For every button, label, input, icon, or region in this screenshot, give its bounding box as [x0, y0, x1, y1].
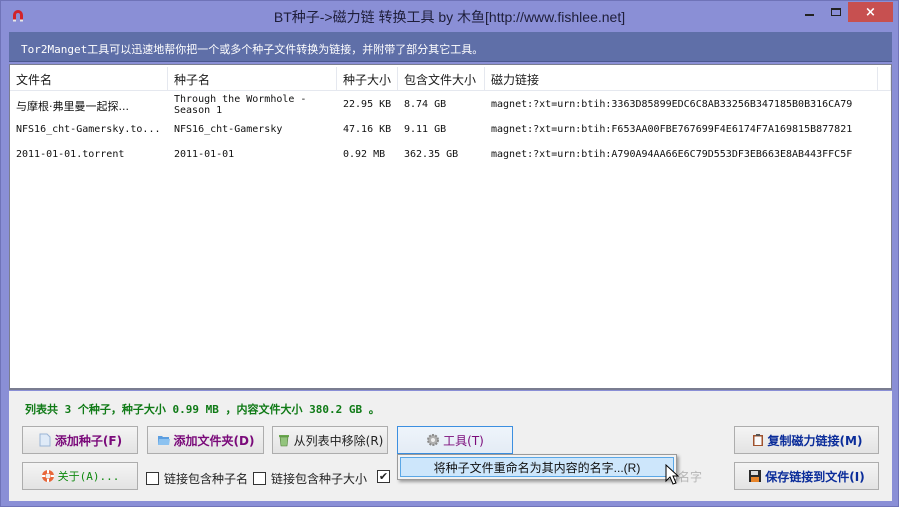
- window-title: BT种子->磁力链 转换工具 by 木鱼[http://www.fishlee.…: [273, 9, 626, 25]
- app-window: BT种子->磁力链 转换工具 by 木鱼[http://www.fishlee.…: [0, 0, 899, 507]
- file-icon: [39, 433, 51, 447]
- cell-magnet-link: magnet:?xt=urn:btih:A790A94AA66E6C79D553…: [491, 149, 853, 160]
- column-header-magnet-link[interactable]: 磁力链接: [485, 67, 878, 91]
- status-summary: 列表共 3 个种子，种子大小 0.99 MB ，内容文件大小 380.2 GB …: [25, 403, 380, 416]
- add-folder-button[interactable]: 添加文件夹(D): [147, 426, 264, 454]
- folder-icon: [157, 436, 170, 445]
- add-torrent-label: 添加种子(F): [54, 433, 123, 448]
- remove-from-list-button[interactable]: 从列表中移除(R): [272, 426, 388, 454]
- title-bar[interactable]: BT种子->磁力链 转换工具 by 木鱼[http://www.fishlee.…: [1, 1, 898, 32]
- cell-file-name: NFS16_cht-Gamersky.to...: [16, 124, 161, 135]
- include-torrent-size-checkbox[interactable]: 链接包含种子大小: [253, 470, 367, 487]
- cell-magnet-link: magnet:?xt=urn:btih:3363D85899EDC6C8AB33…: [491, 99, 853, 110]
- tools-dropdown-menu: 将种子文件重命名为其内容的名字...(R): [397, 454, 677, 480]
- save-to-file-button[interactable]: 保存链接到文件(I): [734, 462, 879, 490]
- checkbox-box[interactable]: [146, 472, 159, 485]
- cell-file-name: 与摩根·弗里曼一起探...: [16, 100, 129, 113]
- minimize-button[interactable]: [796, 2, 822, 22]
- maximize-icon: [831, 8, 841, 16]
- cell-torrent-size: 22.95 KB: [343, 99, 392, 110]
- table-row[interactable]: 与摩根·弗里曼一起探... Through the Wormhole - Sea…: [10, 93, 891, 119]
- remove-label: 从列表中移除(R): [293, 433, 384, 448]
- cell-content-size: 8.74 GB: [404, 99, 447, 110]
- cell-torrent-name: NFS16_cht-Gamersky: [174, 124, 283, 135]
- cell-torrent-name: Through the Wormhole - Season 1: [174, 94, 307, 116]
- copy-magnet-label: 复制磁力链接(M): [767, 433, 863, 448]
- clipboard-icon: [752, 434, 763, 446]
- close-icon: ×: [865, 4, 876, 20]
- cell-torrent-name: 2011-01-01: [174, 149, 235, 160]
- maximize-button[interactable]: [823, 2, 849, 22]
- column-header-content-size[interactable]: 包含文件大小: [398, 67, 485, 91]
- save-to-file-label: 保存链接到文件(I): [765, 469, 865, 484]
- tools-button[interactable]: 工具(T): [397, 426, 513, 454]
- table-row[interactable]: NFS16_cht-Gamersky.to... NFS16_cht-Gamer…: [10, 120, 891, 144]
- add-torrent-button[interactable]: 添加种子(F): [22, 426, 138, 454]
- obscured-checkbox-label: 名字: [678, 470, 703, 484]
- cell-torrent-size: 47.16 KB: [343, 124, 392, 135]
- table-row[interactable]: 2011-01-01.torrent 2011-01-01 0.92 MB 36…: [10, 145, 891, 169]
- close-button[interactable]: ×: [848, 2, 893, 22]
- copy-magnet-button[interactable]: 复制磁力链接(M): [734, 426, 879, 454]
- lifebuoy-icon: [41, 470, 54, 482]
- description-banner: Tor2Manget工具可以迅速地帮你把一个或多个种子文件转换为链接，并附带了部…: [9, 32, 892, 62]
- third-option-checkbox[interactable]: ✔: [377, 470, 390, 483]
- about-label: 关于(A)...: [57, 470, 120, 483]
- cell-torrent-size: 0.92 MB: [343, 149, 386, 160]
- about-button[interactable]: 关于(A)...: [22, 462, 138, 490]
- column-header-torrent-size[interactable]: 种子大小: [337, 67, 398, 91]
- cell-content-size: 9.11 GB: [404, 124, 447, 135]
- menu-item-rename-torrents[interactable]: 将种子文件重命名为其内容的名字...(R): [400, 457, 674, 477]
- cell-file-name: 2011-01-01.torrent: [16, 149, 125, 160]
- checkbox-label: 链接包含种子名: [164, 472, 249, 486]
- list-header: 文件名 种子名 种子大小 包含文件大小 磁力链接: [10, 67, 891, 91]
- column-header-file-name[interactable]: 文件名: [10, 67, 168, 91]
- cell-magnet-link: magnet:?xt=urn:btih:F653AA00FBE767699F4E…: [491, 124, 853, 135]
- mouse-cursor-icon: [665, 464, 680, 485]
- recycle-bin-icon: [278, 435, 289, 447]
- tools-label: 工具(T): [443, 433, 484, 448]
- column-header-torrent-name[interactable]: 种子名: [168, 67, 337, 91]
- floppy-disk-icon: [749, 470, 762, 482]
- gear-icon: [427, 434, 440, 446]
- column-header-filler: [878, 67, 891, 91]
- torrent-list[interactable]: 文件名 种子名 种子大小 包含文件大小 磁力链接 与摩根·弗里曼一起探... T…: [9, 64, 892, 390]
- checkbox-box[interactable]: [253, 472, 266, 485]
- minimize-icon: [804, 14, 814, 16]
- checkbox-box-checked[interactable]: ✔: [377, 470, 390, 483]
- cell-content-size: 362.35 GB: [404, 149, 459, 160]
- add-folder-label: 添加文件夹(D): [173, 433, 255, 448]
- include-torrent-name-checkbox[interactable]: 链接包含种子名: [146, 470, 248, 487]
- checkbox-label: 链接包含种子大小: [271, 472, 368, 486]
